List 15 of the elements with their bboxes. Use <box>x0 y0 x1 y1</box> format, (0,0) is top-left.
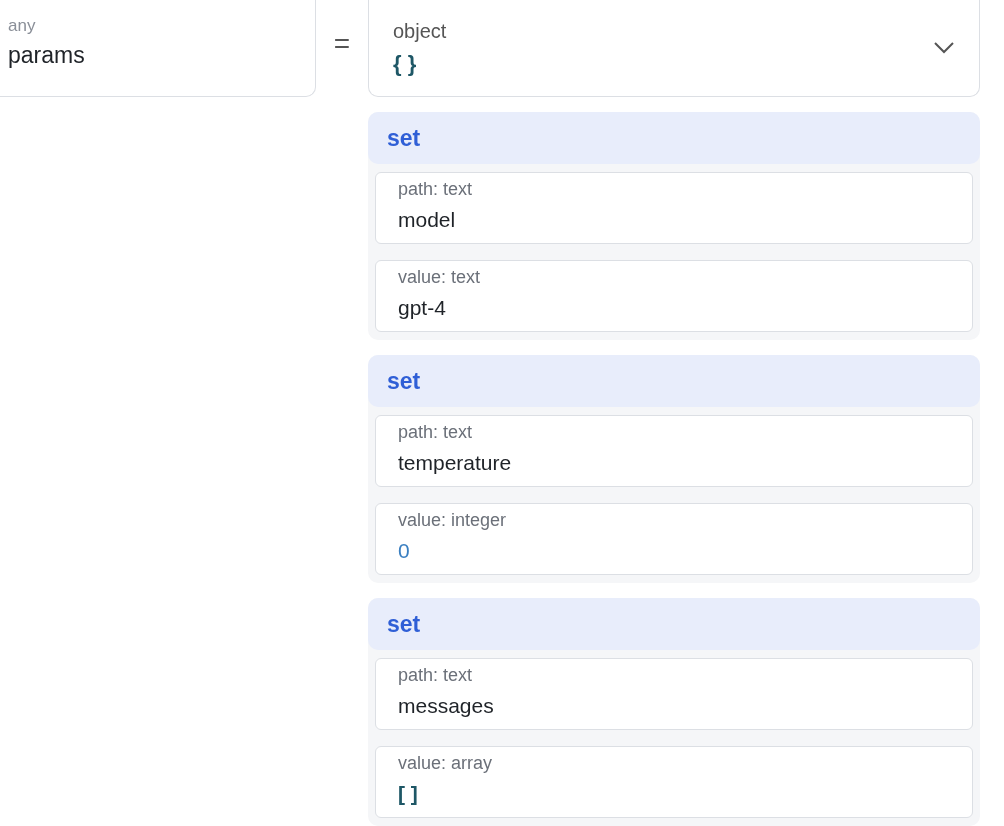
input-field[interactable]: path: text messages <box>375 658 973 730</box>
equals-operator: = <box>332 27 352 60</box>
type-label: any <box>8 16 37 36</box>
input-field[interactable]: path: text temperature <box>375 415 973 487</box>
input-field[interactable]: value: text gpt-4 <box>375 260 973 332</box>
operation-header: set <box>368 112 980 164</box>
input-field[interactable]: value: integer 0 <box>375 503 973 575</box>
input-field[interactable]: path: text model <box>375 172 973 244</box>
parameter-card[interactable]: any params <box>0 0 316 97</box>
chevron-down-icon <box>933 41 955 55</box>
value-dropdown[interactable]: object { } <box>368 0 980 97</box>
operation-header: set <box>368 355 980 407</box>
operation-header: set <box>368 598 980 650</box>
parameter-name: params <box>8 42 86 69</box>
input-field[interactable]: value: array [ ] <box>375 746 973 818</box>
